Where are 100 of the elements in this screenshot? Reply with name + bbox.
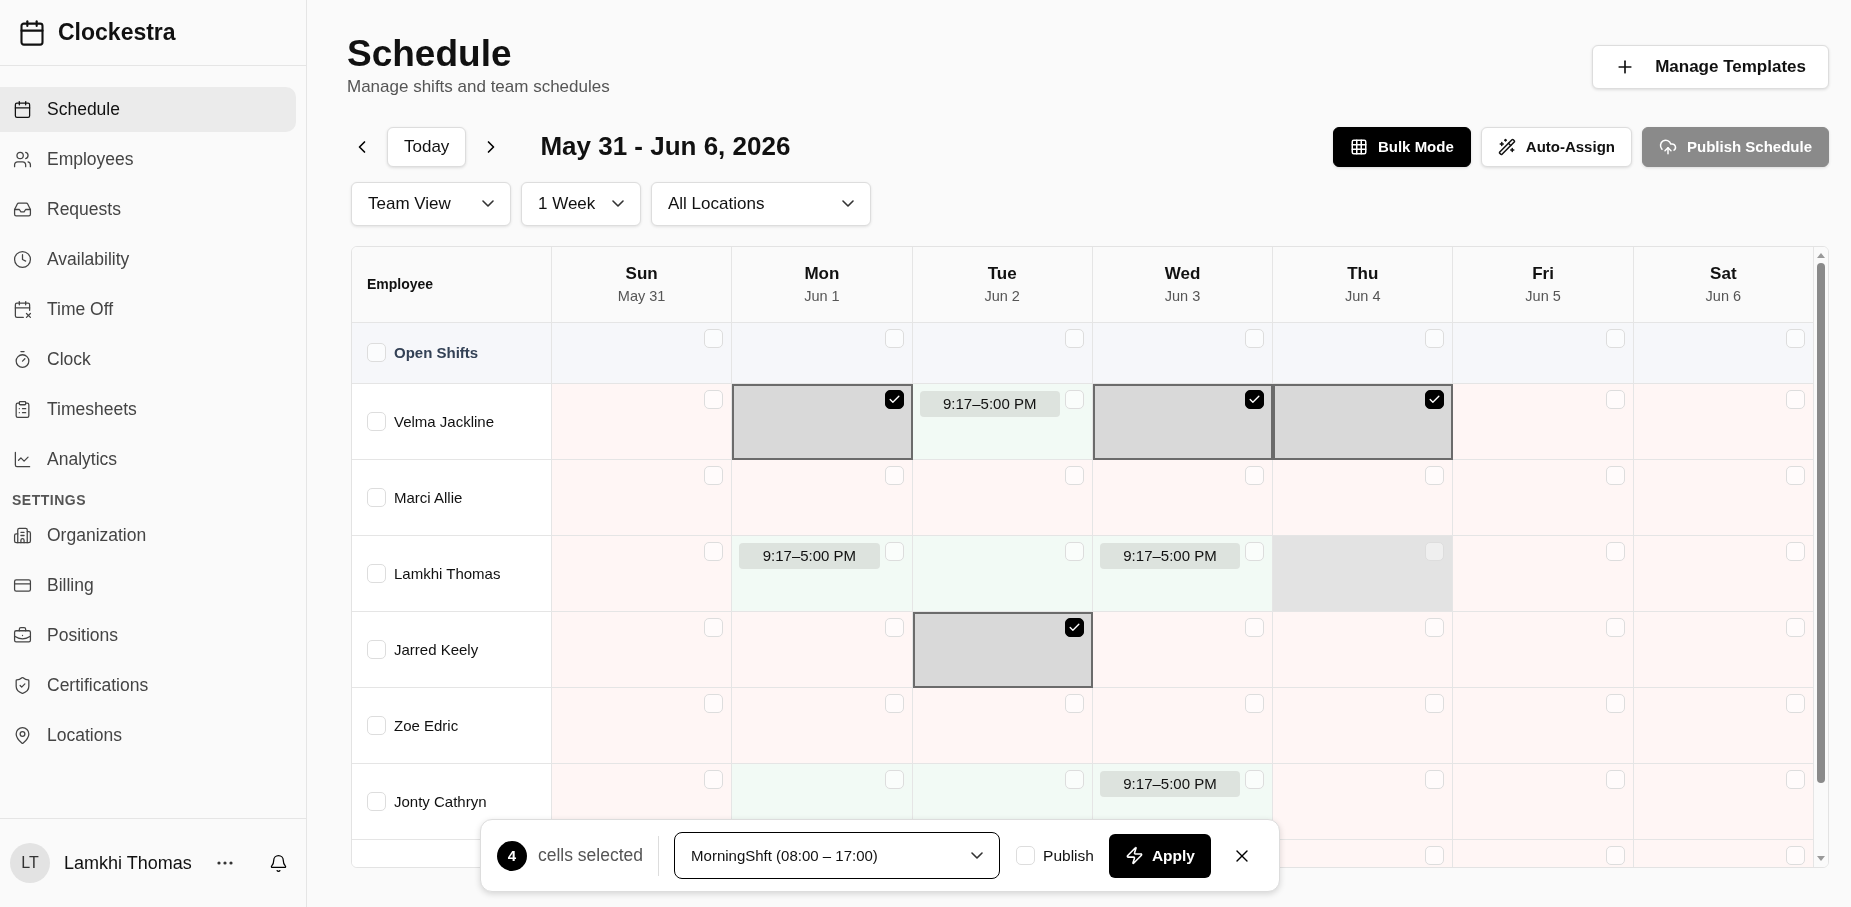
schedule-cell[interactable] (912, 322, 1093, 384)
shift-chip[interactable]: 9:17–5:00 PM (1099, 542, 1241, 569)
magic-wand-icon (1497, 137, 1516, 156)
schedule-cell[interactable] (1453, 687, 1634, 764)
schedule-cell[interactable] (1453, 383, 1634, 460)
schedule-cell[interactable] (1273, 535, 1454, 612)
schedule-cell[interactable] (732, 322, 913, 384)
shift-chip[interactable]: 9:17–5:00 PM (919, 390, 1060, 417)
row-checkbox[interactable] (367, 791, 386, 811)
scrollbar-thumb[interactable] (1817, 262, 1825, 783)
schedule-cell[interactable] (552, 535, 733, 612)
schedule-cell[interactable] (1092, 459, 1274, 536)
people-icon (13, 150, 32, 169)
publish-label: Publish (1043, 846, 1094, 865)
chevron-down-icon (842, 200, 854, 208)
schedule-cell[interactable]: 9:17–5:00 PM (1092, 535, 1274, 612)
schedule-cell[interactable] (1273, 763, 1454, 840)
schedule-cell[interactable]: 9:17–5:00 PM (732, 535, 913, 612)
nav-item[interactable]: Requests (0, 187, 296, 232)
today-button[interactable]: Today (387, 126, 467, 167)
schedule-cell[interactable] (1092, 383, 1274, 460)
schedule-cell[interactable]: 9:17–5:00 PM (912, 383, 1093, 460)
schedule-cell[interactable] (552, 383, 733, 460)
employee-name: Lamkhi Thomas (394, 564, 501, 582)
bulk-mode-button[interactable]: Bulk Mode (1332, 126, 1471, 167)
nav-item[interactable]: Employees (0, 137, 296, 182)
shield-check-icon (13, 676, 32, 695)
nav-item[interactable]: Time Off (0, 287, 296, 332)
day-name: Wed (1164, 264, 1201, 285)
schedule-cell[interactable] (912, 459, 1093, 536)
row-checkbox[interactable] (367, 563, 386, 583)
nav-item[interactable]: Schedule (0, 87, 296, 132)
day-date: Jun 6 (1705, 288, 1742, 305)
row-checkbox[interactable] (367, 343, 386, 363)
schedule-cell[interactable] (1633, 459, 1814, 536)
auto-assign-button[interactable]: Auto-Assign (1480, 126, 1632, 167)
schedule-cell[interactable] (552, 322, 733, 384)
shift-chip[interactable]: 9:17–5:00 PM (1099, 770, 1241, 797)
nav-item[interactable]: Certifications (0, 663, 296, 708)
nav-item[interactable]: Timesheets (0, 387, 296, 432)
apply-button[interactable]: Apply (1108, 833, 1211, 878)
row-checkbox[interactable] (367, 715, 386, 735)
cell-checkbox[interactable] (1425, 389, 1445, 409)
schedule-cell[interactable] (1092, 322, 1274, 384)
schedule-cell[interactable] (1273, 687, 1454, 764)
row-checkbox[interactable] (367, 487, 386, 507)
schedule-cell[interactable] (1633, 535, 1814, 612)
schedule-cell[interactable] (1273, 611, 1454, 688)
day-name: Sat (1710, 264, 1737, 285)
row-checkbox[interactable] (367, 411, 386, 431)
filter-dropdown[interactable]: 1 Week (521, 181, 641, 226)
nav-item[interactable]: Analytics (0, 437, 296, 482)
schedule-cell[interactable] (1453, 763, 1634, 840)
cell-checkbox[interactable] (1245, 389, 1265, 409)
schedule-cell[interactable] (1273, 459, 1454, 536)
day-date: Jun 3 (1164, 288, 1201, 305)
calendar-cross-icon (13, 300, 32, 319)
schedule-cell[interactable] (552, 687, 733, 764)
schedule-cell[interactable] (1633, 611, 1814, 688)
shift-chip[interactable]: 9:17–5:00 PM (739, 542, 880, 569)
chevron-down-icon (482, 200, 494, 208)
schedule-cell[interactable] (1633, 322, 1814, 384)
schedule-cell[interactable] (1273, 322, 1454, 384)
schedule-cell[interactable] (732, 459, 913, 536)
schedule-cell[interactable] (1092, 687, 1274, 764)
schedule-cell[interactable] (1453, 535, 1634, 612)
filter-dropdown[interactable]: All Locations (651, 181, 871, 226)
schedule-cell[interactable] (732, 611, 913, 688)
schedule-cell[interactable] (732, 687, 913, 764)
publish-checkbox[interactable] (1016, 846, 1036, 865)
schedule-cell[interactable] (912, 687, 1093, 764)
template-dropdown[interactable]: MorningShft (08:00 – 17:00) (674, 832, 1001, 879)
filter-dropdown[interactable]: Team View (351, 181, 511, 226)
schedule-cell[interactable] (1633, 687, 1814, 764)
nav-item[interactable]: Positions (0, 613, 296, 658)
schedule-cell[interactable] (912, 611, 1093, 688)
nav-item[interactable]: Organization (0, 513, 296, 558)
schedule-cell[interactable] (1453, 322, 1634, 384)
cell-checkbox[interactable] (884, 389, 904, 409)
schedule-cell[interactable] (1453, 611, 1634, 688)
schedule-cell[interactable] (1633, 383, 1814, 460)
nav-item[interactable]: Availability (0, 237, 296, 282)
schedule-cell[interactable] (1633, 763, 1814, 840)
schedule-cell[interactable] (912, 535, 1093, 612)
schedule-cell[interactable] (552, 611, 733, 688)
inbox-icon (13, 200, 32, 219)
schedule-cell[interactable] (1092, 611, 1274, 688)
schedule-cell[interactable] (732, 383, 913, 460)
nav-item[interactable]: Locations (0, 713, 296, 758)
cell-checkbox[interactable] (1064, 617, 1084, 637)
nav-item[interactable]: Billing (0, 563, 296, 608)
scroll-down-icon[interactable] (1816, 854, 1826, 863)
schedule-cell[interactable] (552, 459, 733, 536)
schedule-cell[interactable] (1453, 459, 1634, 536)
schedule-cell[interactable] (1273, 383, 1454, 460)
calendar-icon (18, 18, 46, 47)
manage-templates-button[interactable]: Manage Templates (1592, 45, 1829, 89)
row-checkbox[interactable] (367, 639, 386, 659)
nav-item[interactable]: Clock (0, 337, 296, 382)
user-avatar: LT (10, 843, 50, 883)
